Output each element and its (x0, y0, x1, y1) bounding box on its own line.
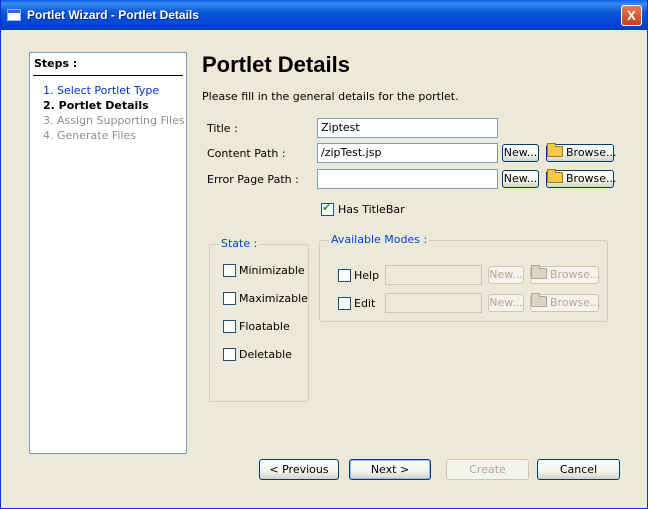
step-select-portlet-type[interactable]: 1. Select Portlet Type (43, 84, 159, 97)
close-button[interactable]: X (621, 5, 642, 26)
content-path-new-button[interactable]: New... (502, 144, 539, 162)
content-path-browse-button[interactable]: Browse... (546, 143, 617, 162)
title-label: Title : (207, 122, 238, 135)
state-group: State : Minimizable Maximizable Floatabl… (209, 237, 309, 402)
steps-heading: Steps : (34, 57, 78, 70)
step-assign-supporting-files: 3. Assign Supporting Files (43, 114, 185, 127)
deletable-checkbox[interactable] (223, 348, 236, 361)
folder-icon (547, 169, 563, 183)
error-page-label: Error Page Path : (207, 173, 299, 186)
help-mode-path-field (385, 265, 482, 285)
maximizable-label[interactable]: Maximizable (239, 292, 308, 305)
steps-divider (33, 75, 183, 76)
minimizable-checkbox[interactable] (223, 264, 236, 277)
create-button: Create (446, 459, 529, 480)
content-path-label: Content Path : (207, 147, 286, 160)
previous-button[interactable]: < Previous (259, 459, 339, 480)
floatable-label[interactable]: Floatable (239, 320, 290, 333)
folder-icon (547, 143, 563, 157)
steps-panel: Steps : 1. Select Portlet Type 2. Portle… (29, 52, 187, 454)
content-path-field[interactable]: /zipTest.jsp (317, 143, 498, 163)
window-icon (7, 9, 21, 21)
page-title: Portlet Details (202, 52, 350, 77)
next-button[interactable]: Next > (349, 459, 431, 480)
folder-icon (531, 293, 547, 307)
floatable-checkbox[interactable] (223, 320, 236, 333)
error-page-new-button[interactable]: New... (502, 170, 539, 188)
title-bar[interactable]: Portlet Wizard - Portlet Details X (1, 0, 647, 30)
help-mode-checkbox[interactable] (338, 269, 351, 282)
window-title: Portlet Wizard - Portlet Details (27, 8, 199, 22)
has-titlebar-label[interactable]: Has TitleBar (338, 203, 405, 216)
error-page-browse-button[interactable]: Browse... (546, 169, 617, 188)
state-group-title: State : (219, 237, 260, 250)
edit-mode-label[interactable]: Edit (354, 297, 375, 310)
page-description: Please fill in the general details for t… (202, 90, 459, 103)
browse-label: Browse... (550, 296, 601, 309)
edit-mode-checkbox[interactable] (338, 297, 351, 310)
available-modes-title: Available Modes : (329, 233, 430, 246)
help-mode-new-button: New... (488, 266, 524, 284)
available-modes-group: Available Modes : Help New... Browse... … (319, 233, 608, 322)
step-generate-files: 4. Generate Files (43, 129, 137, 142)
edit-mode-path-field (385, 293, 482, 313)
maximizable-checkbox[interactable] (223, 292, 236, 305)
folder-icon (531, 265, 547, 279)
help-mode-label[interactable]: Help (354, 269, 379, 282)
browse-label: Browse... (566, 172, 617, 185)
deletable-label[interactable]: Deletable (239, 348, 292, 361)
error-page-field[interactable] (317, 169, 498, 189)
edit-mode-new-button: New... (488, 294, 524, 312)
title-field[interactable]: Ziptest (317, 118, 498, 138)
help-mode-browse-button: Browse... (530, 265, 601, 284)
step-portlet-details: 2. Portlet Details (43, 99, 149, 112)
browse-label: Browse... (550, 268, 601, 281)
minimizable-label[interactable]: Minimizable (239, 264, 305, 277)
wizard-window: Portlet Wizard - Portlet Details X Steps… (0, 0, 648, 509)
edit-mode-browse-button: Browse... (530, 293, 601, 312)
has-titlebar-checkbox[interactable] (321, 201, 334, 216)
close-icon: X (627, 8, 636, 23)
cancel-button[interactable]: Cancel (537, 459, 620, 480)
browse-label: Browse... (566, 146, 617, 159)
